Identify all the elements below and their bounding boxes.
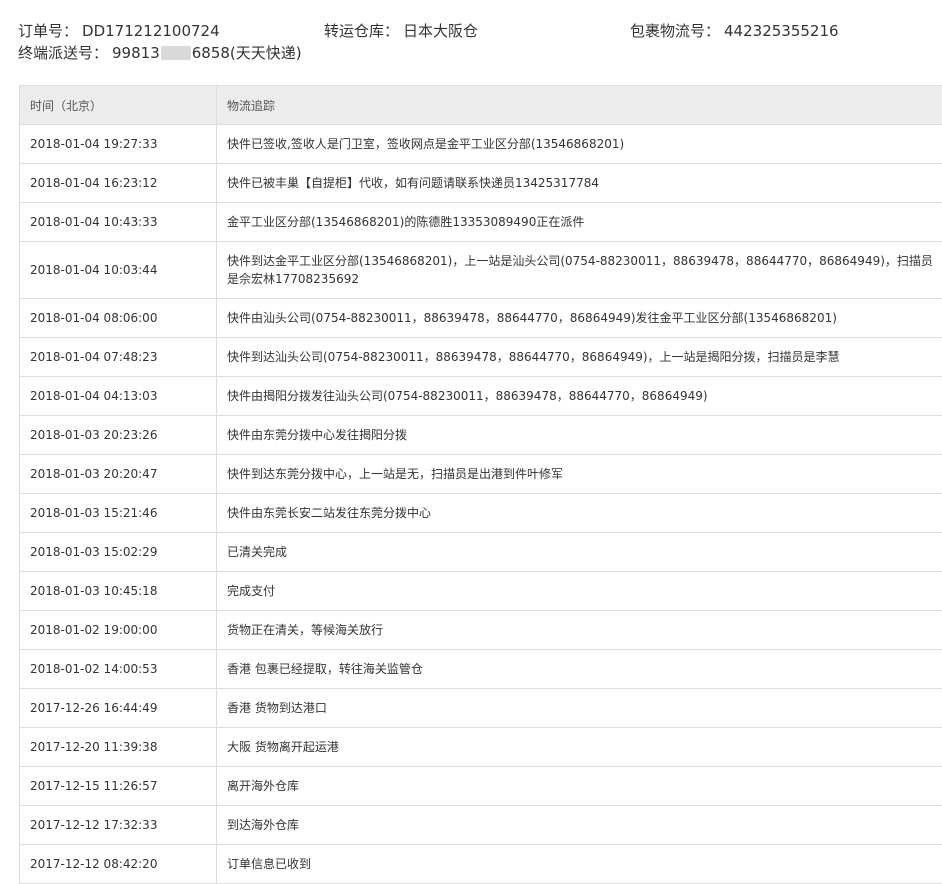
final-delivery-label: 终端派送号： [18, 44, 109, 62]
row-tracking-text: 货物正在清关，等候海关放行 [216, 610, 942, 650]
column-header-tracking: 物流追踪 [216, 85, 942, 125]
row-time: 2018-01-02 14:00:53 [19, 649, 217, 689]
tracking-table-body: 2018-01-04 19:27:33 快件已签收,签收人是门卫室，签收网点是金平… [19, 124, 942, 884]
row-tracking-text: 金平工业区分部(13546868201)的陈德胜13353089490正在派件 [216, 202, 942, 242]
row-time: 2018-01-04 19:27:33 [19, 124, 217, 164]
package-tracking-label: 包裹物流号： [630, 22, 721, 40]
row-time: 2018-01-02 19:00:00 [19, 610, 217, 650]
table-row: 2017-12-20 11:39:38 大阪 货物离开起运港 [19, 727, 942, 767]
order-info-row-2: 终端派送号： 99813 6858(天天快递) [18, 42, 938, 64]
table-row: 2018-01-04 10:43:33 金平工业区分部(13546868201)的… [19, 202, 942, 242]
row-time: 2017-12-20 11:39:38 [19, 727, 217, 767]
row-time: 2017-12-26 16:44:49 [19, 688, 217, 728]
table-row: 2017-12-26 16:44:49 香港 货物到达港口 [19, 688, 942, 728]
row-time: 2018-01-04 07:48:23 [19, 337, 217, 377]
final-delivery-number: 终端派送号： 99813 6858(天天快递) [18, 42, 302, 64]
table-row: 2018-01-02 14:00:53 香港 包裹已经提取，转往海关监管仓 [19, 649, 942, 689]
table-row: 2018-01-03 15:21:46 快件由东莞长安二站发往东莞分拨中心 [19, 493, 942, 533]
row-tracking-text: 快件由东莞长安二站发往东莞分拨中心 [216, 493, 942, 533]
row-tracking-text: 大阪 货物离开起运港 [216, 727, 942, 767]
table-row: 2017-12-12 08:42:20 订单信息已收到 [19, 844, 942, 884]
table-row: 2018-01-02 19:00:00 货物正在清关，等候海关放行 [19, 610, 942, 650]
row-tracking-text: 快件到达金平工业区分部(13546868201)，上一站是汕头公司(0754-8… [216, 241, 942, 299]
row-tracking-text: 快件已被丰巢【自提柜】代收，如有问题请联系快递员13425317784 [216, 163, 942, 203]
final-delivery-value-suffix: 6858(天天快递) [191, 44, 302, 62]
table-row: 2018-01-03 10:45:18 完成支付 [19, 571, 942, 611]
row-tracking-text: 已清关完成 [216, 532, 942, 572]
order-info-row-1: 订单号： DD171212100724 转运仓库： 日本大阪仓 包裹物流号： 4423… [18, 20, 938, 42]
package-tracking-number: 包裹物流号： 442325355216 [630, 20, 839, 42]
final-delivery-value-prefix: 99813 [112, 44, 160, 62]
row-tracking-text: 离开海外仓库 [216, 766, 942, 806]
table-row: 2018-01-04 07:48:23 快件到达汕头公司(0754-8823001… [19, 337, 942, 377]
transfer-warehouse-label: 转运仓库： [324, 22, 400, 40]
row-time: 2018-01-03 20:20:47 [19, 454, 217, 494]
row-tracking-text: 快件到达汕头公司(0754-88230011，88639478，88644770… [216, 337, 942, 377]
tracking-table: 时间（北京） 物流追踪 2018-01-04 19:27:33 快件已签收,签收人… [19, 85, 942, 884]
row-tracking-text: 快件由东莞分拨中心发往揭阳分拨 [216, 415, 942, 455]
package-tracking-value: 442325355216 [724, 22, 839, 40]
order-number: 订单号： DD171212100724 [18, 20, 220, 42]
table-row: 2017-12-12 17:32:33 到达海外仓库 [19, 805, 942, 845]
row-tracking-text: 快件由揭阳分拨发往汕头公司(0754-88230011，88639478，886… [216, 376, 942, 416]
row-tracking-text: 快件由汕头公司(0754-88230011，88639478，88644770，… [216, 298, 942, 338]
transfer-warehouse: 转运仓库： 日本大阪仓 [324, 20, 478, 42]
table-row: 2018-01-04 10:03:44 快件到达金平工业区分部(135468682… [19, 241, 942, 299]
table-row: 2018-01-04 08:06:00 快件由汕头公司(0754-88230011… [19, 298, 942, 338]
tracking-table-container: 时间（北京） 物流追踪 2018-01-04 19:27:33 快件已签收,签收人… [19, 85, 942, 884]
row-time: 2017-12-12 08:42:20 [19, 844, 217, 884]
row-tracking-text: 到达海外仓库 [216, 805, 942, 845]
table-header-row: 时间（北京） 物流追踪 [19, 85, 942, 125]
table-row: 2018-01-04 16:23:12 快件已被丰巢【自提柜】代收，如有问题请联系… [19, 163, 942, 203]
table-row: 2017-12-15 11:26:57 离开海外仓库 [19, 766, 942, 806]
table-row: 2018-01-03 20:23:26 快件由东莞分拨中心发往揭阳分拨 [19, 415, 942, 455]
row-tracking-text: 香港 货物到达港口 [216, 688, 942, 728]
row-tracking-text: 订单信息已收到 [216, 844, 942, 884]
transfer-warehouse-value: 日本大阪仓 [403, 22, 479, 40]
row-time: 2017-12-15 11:26:57 [19, 766, 217, 806]
table-row: 2018-01-04 19:27:33 快件已签收,签收人是门卫室，签收网点是金平… [19, 124, 942, 164]
redacted-blur [160, 46, 191, 60]
row-time: 2018-01-04 10:03:44 [19, 241, 217, 299]
row-time: 2018-01-04 10:43:33 [19, 202, 217, 242]
row-time: 2018-01-03 10:45:18 [19, 571, 217, 611]
row-time: 2018-01-04 04:13:03 [19, 376, 217, 416]
order-info-bar: 订单号： DD171212100724 转运仓库： 日本大阪仓 包裹物流号： 4423… [18, 20, 938, 64]
row-time: 2018-01-04 08:06:00 [19, 298, 217, 338]
table-row: 2018-01-04 04:13:03 快件由揭阳分拨发往汕头公司(0754-88… [19, 376, 942, 416]
row-time: 2018-01-03 15:21:46 [19, 493, 217, 533]
row-tracking-text: 快件到达东莞分拨中心，上一站是无，扫描员是出港到件叶修军 [216, 454, 942, 494]
row-time: 2018-01-03 15:02:29 [19, 532, 217, 572]
table-row: 2018-01-03 15:02:29 已清关完成 [19, 532, 942, 572]
order-number-label: 订单号： [18, 22, 79, 40]
row-time: 2017-12-12 17:32:33 [19, 805, 217, 845]
row-time: 2018-01-03 20:23:26 [19, 415, 217, 455]
row-tracking-text: 快件已签收,签收人是门卫室，签收网点是金平工业区分部(13546868201) [216, 124, 942, 164]
row-tracking-text: 完成支付 [216, 571, 942, 611]
order-number-value: DD171212100724 [82, 22, 220, 40]
row-time: 2018-01-04 16:23:12 [19, 163, 217, 203]
row-tracking-text: 香港 包裹已经提取，转往海关监管仓 [216, 649, 942, 689]
column-header-time: 时间（北京） [19, 85, 217, 125]
table-row: 2018-01-03 20:20:47 快件到达东莞分拨中心，上一站是无，扫描员是… [19, 454, 942, 494]
